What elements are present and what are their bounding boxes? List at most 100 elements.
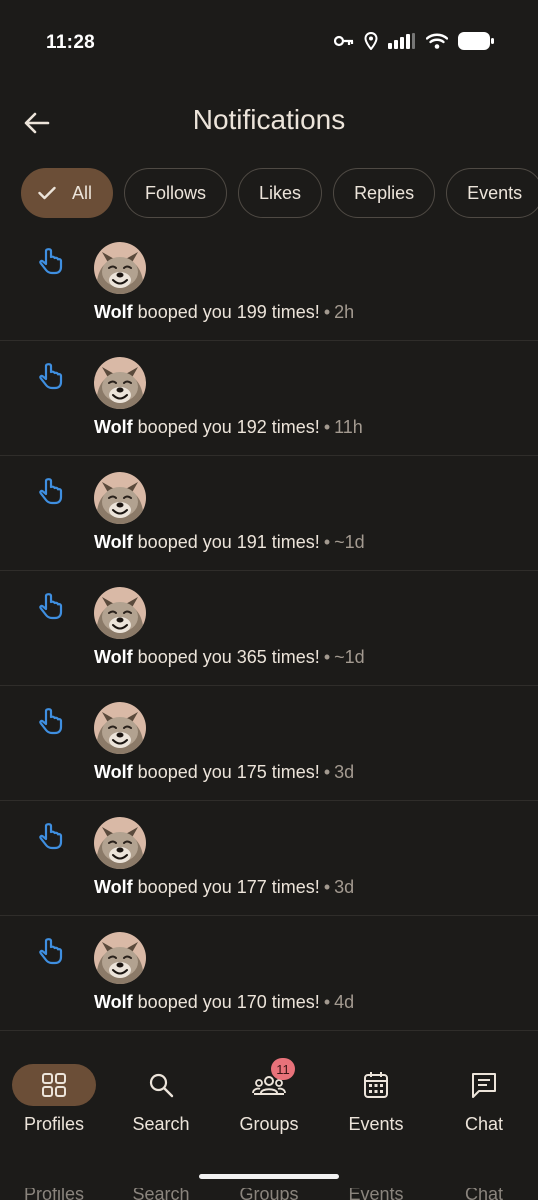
notification-item[interactable]: Wolf booped you 175 times! • 3d <box>0 686 538 801</box>
reflected-label: Chat <box>464 1188 504 1200</box>
reflected-label: Groups <box>239 1188 299 1200</box>
notification-text: Wolf booped you 191 times! • ~1d <box>94 532 365 553</box>
notification-time: 2h <box>334 302 355 322</box>
notification-time: 4d <box>334 992 355 1012</box>
notification-item[interactable]: Wolf booped you 192 times! • 11h <box>0 341 538 456</box>
boop-icon <box>36 936 66 966</box>
notification-item[interactable]: Wolf booped you 170 times! • 4d <box>0 916 538 1031</box>
notification-message: booped you 192 times! <box>137 417 320 437</box>
separator-dot: • <box>323 992 331 1012</box>
notification-message: booped you 177 times! <box>137 877 320 897</box>
notification-message: booped you 191 times! <box>137 532 320 552</box>
avatar[interactable] <box>94 702 146 754</box>
nav-label: Search <box>132 1114 190 1134</box>
notification-text: Wolf booped you 365 times! • ~1d <box>94 647 365 668</box>
notification-item[interactable]: Wolf booped you 177 times! • 3d <box>0 801 538 916</box>
notification-text: Wolf booped you 177 times! • 3d <box>94 877 354 898</box>
notification-user[interactable]: Wolf <box>94 992 133 1012</box>
notification-user[interactable]: Wolf <box>94 877 133 897</box>
calendar-icon <box>364 1072 388 1098</box>
grid-icon <box>42 1073 66 1097</box>
avatar[interactable] <box>94 932 146 984</box>
filter-chip-events[interactable]: Events <box>446 168 538 218</box>
app-screen: 11:28 Notifications All Follows Likes Re… <box>0 0 538 1200</box>
nav-icon-container <box>334 1064 418 1106</box>
separator-dot: • <box>323 532 331 552</box>
boop-icon <box>36 821 66 851</box>
filter-chip-label: Events <box>467 182 523 203</box>
avatar[interactable] <box>94 472 146 524</box>
separator-dot: • <box>323 302 331 322</box>
notification-user[interactable]: Wolf <box>94 417 133 437</box>
boop-icon <box>36 361 66 391</box>
nav-icon-container <box>119 1064 203 1106</box>
wifi-icon <box>426 33 448 49</box>
notification-item[interactable]: Wolf booped you 365 times! • ~1d <box>0 571 538 686</box>
notification-time: ~1d <box>334 647 365 667</box>
notification-message: booped you 170 times! <box>137 992 320 1012</box>
key-icon <box>334 35 354 47</box>
boop-icon <box>36 591 66 621</box>
nav-item-profiles[interactable]: Profiles <box>4 1064 104 1135</box>
notification-time: 3d <box>334 877 355 897</box>
reflected-nav-labels: Profiles Search Groups Events Chat <box>0 1188 538 1200</box>
boop-icon <box>36 246 66 276</box>
search-icon <box>149 1073 174 1098</box>
avatar[interactable] <box>94 242 146 294</box>
filter-chip-label: Follows <box>145 182 207 203</box>
notification-user[interactable]: Wolf <box>94 532 133 552</box>
separator-dot: • <box>323 647 331 667</box>
notification-item[interactable]: Wolf booped you 199 times! • 2h <box>0 226 538 341</box>
filter-chip-label: All <box>72 182 93 203</box>
notification-text: Wolf booped you 199 times! • 2h <box>94 302 354 323</box>
filter-chip-label: Likes <box>259 182 302 203</box>
notification-text: Wolf booped you 175 times! • 3d <box>94 762 354 783</box>
notification-user[interactable]: Wolf <box>94 302 133 322</box>
filter-chip-likes[interactable]: Likes <box>238 168 323 218</box>
status-bar: 11:28 <box>0 0 538 88</box>
location-icon <box>364 32 378 50</box>
battery-icon <box>458 32 494 50</box>
nav-label: Profiles <box>23 1114 85 1134</box>
nav-item-events[interactable]: Events <box>326 1064 426 1135</box>
avatar[interactable] <box>94 587 146 639</box>
notification-user[interactable]: Wolf <box>94 647 133 667</box>
status-icons <box>334 32 494 50</box>
nav-item-search[interactable]: Search <box>111 1064 211 1135</box>
avatar[interactable] <box>94 357 146 409</box>
reflected-label: Events <box>348 1188 404 1200</box>
nav-label: Chat <box>464 1114 504 1134</box>
separator-dot: • <box>323 417 331 437</box>
nav-icon-container: 11 <box>227 1058 311 1106</box>
notification-item[interactable]: Wolf booped you 191 times! • ~1d <box>0 456 538 571</box>
nav-label: Events <box>348 1114 404 1134</box>
reflected-label: Profiles <box>23 1188 85 1200</box>
filter-chips: All Follows Likes Replies Events <box>21 168 538 218</box>
nav-icon-container <box>442 1064 526 1106</box>
status-time: 11:28 <box>46 32 96 53</box>
filter-chip-all[interactable]: All <box>21 168 114 218</box>
nav-item-groups[interactable]: 11 Groups <box>219 1058 319 1135</box>
notification-time: 3d <box>334 762 355 782</box>
home-indicator[interactable] <box>199 1174 339 1179</box>
notification-user[interactable]: Wolf <box>94 762 133 782</box>
nav-item-chat[interactable]: Chat <box>434 1064 534 1135</box>
filter-chip-follows[interactable]: Follows <box>124 168 228 218</box>
separator-dot: • <box>323 762 331 782</box>
notification-list: Wolf booped you 199 times! • 2h Wolf booped… <box>0 226 538 1031</box>
avatar[interactable] <box>94 817 146 869</box>
notification-message: booped you 365 times! <box>137 647 320 667</box>
filter-chip-label: Replies <box>354 182 415 203</box>
separator-dot: • <box>323 877 331 897</box>
notification-message: booped you 175 times! <box>137 762 320 782</box>
groups-badge: 11 <box>271 1058 295 1080</box>
notification-text: Wolf booped you 192 times! • 11h <box>94 417 363 438</box>
notification-time: 11h <box>334 417 363 437</box>
reflected-label: Search <box>132 1188 190 1200</box>
boop-icon <box>36 476 66 506</box>
notification-time: ~1d <box>334 532 365 552</box>
filter-chip-replies[interactable]: Replies <box>333 168 436 218</box>
cellular-signal-icon <box>388 33 415 49</box>
chat-icon <box>472 1073 496 1098</box>
nav-label: Groups <box>239 1114 299 1134</box>
